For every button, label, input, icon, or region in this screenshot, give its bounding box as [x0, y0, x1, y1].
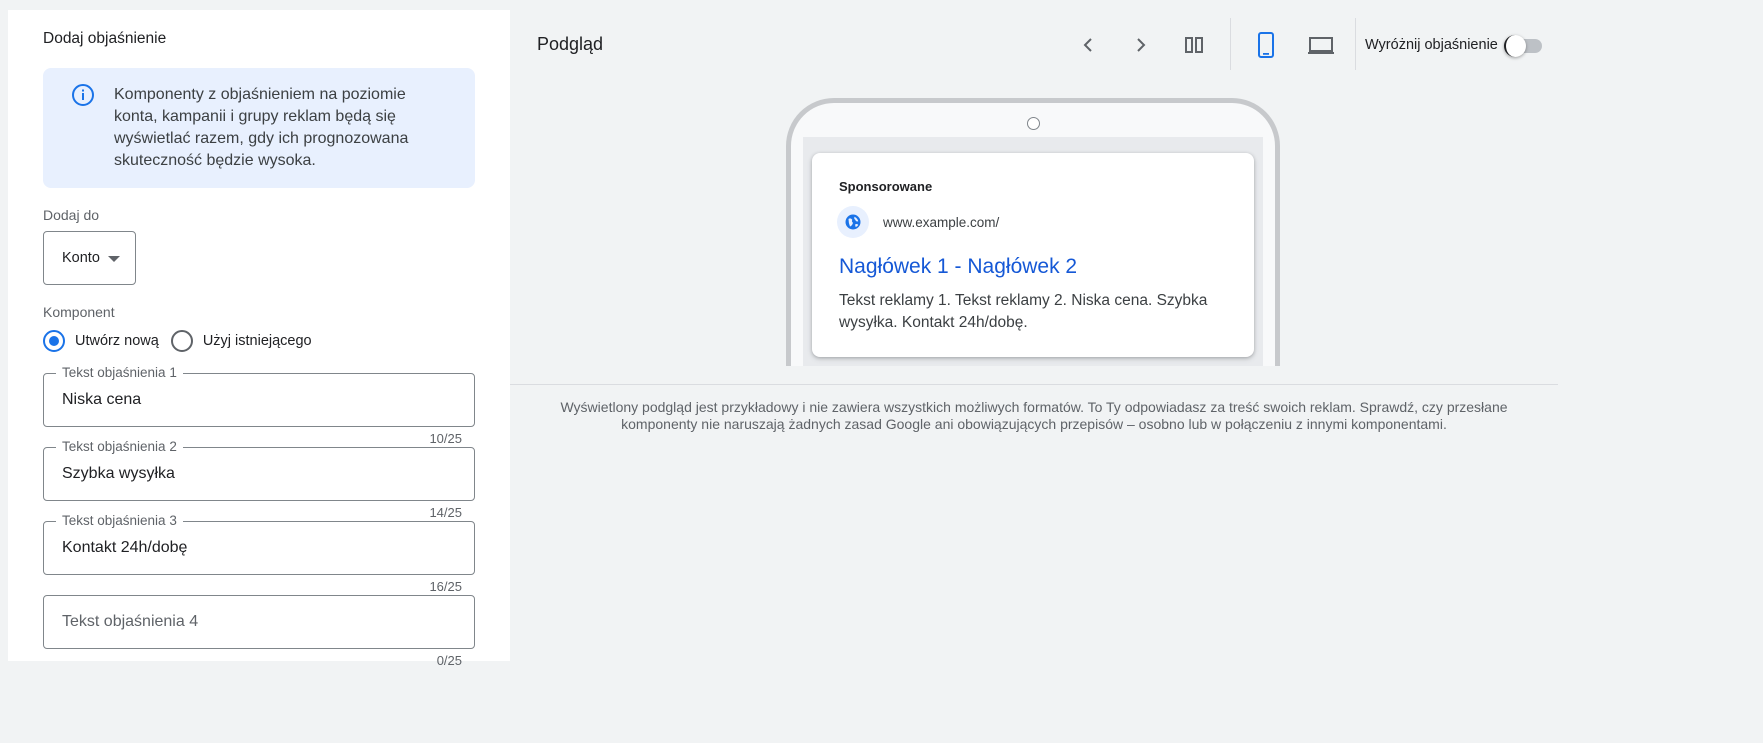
radio-create-new[interactable]: Utwórz nową: [43, 330, 159, 352]
add-callout-panel: Dodaj objaśnienie Komponenty z objaśnien…: [8, 10, 510, 668]
char-counter-3: 16/25: [429, 579, 462, 594]
radio-use-existing-label: Użyj istniejącego: [202, 333, 312, 349]
dropdown-arrow-icon: [108, 256, 120, 262]
radio-create-new-label: Utwórz nową: [75, 333, 159, 349]
component-radio-group: Utwórz nową Użyj istniejącego: [43, 329, 312, 353]
preview-divider: [510, 384, 1558, 385]
highlight-callout-toggle[interactable]: [1504, 35, 1544, 57]
callout-text-field-2-label: Tekst objaśnienia 2: [56, 439, 183, 455]
desktop-preview-button[interactable]: [1304, 30, 1338, 60]
info-text: Komponenty z objaśnieniem na poziomie ko…: [114, 86, 409, 169]
callout-text-field-2[interactable]: Tekst objaśnienia 2 Szybka wysyłka: [43, 439, 475, 501]
sponsored-label: Sponsorowane: [839, 179, 933, 194]
mobile-preview-button[interactable]: [1251, 30, 1281, 60]
char-counter-1: 10/25: [429, 431, 462, 446]
callout-text-field-1-value[interactable]: Niska cena: [62, 391, 141, 409]
callout-text-field-3[interactable]: Tekst objaśnienia 3 Kontakt 24h/dobę: [43, 513, 475, 575]
callout-text-field-1[interactable]: Tekst objaśnienia 1 Niska cena: [43, 365, 475, 427]
component-label: Komponent: [43, 304, 115, 320]
radio-use-existing[interactable]: Użyj istniejącego: [170, 330, 312, 352]
callout-text-field-3-value[interactable]: Kontakt 24h/dobę: [62, 539, 187, 557]
highlight-callout-label: Wyróżnij objaśnienie: [1365, 37, 1498, 53]
phone-camera-icon: [1027, 117, 1040, 130]
radio-use-existing-circle[interactable]: [170, 330, 193, 352]
ad-description: Tekst reklamy 1. Tekst reklamy 2. Niska …: [839, 292, 1208, 331]
phone-preview: Sponsorowane www.example.com/ Nagłówek 1…: [786, 98, 1282, 366]
chevron-left-icon: [1083, 38, 1092, 52]
toggle-knob[interactable]: [1504, 35, 1526, 57]
preview-disclaimer: Wyświetlony podgląd jest przykładowy i n…: [560, 399, 1508, 432]
callout-text-field-4-placeholder[interactable]: Tekst objaśnienia 4: [62, 613, 198, 631]
panel-title: Dodaj objaśnienie: [43, 30, 167, 47]
toolbar-divider: [1355, 18, 1356, 70]
next-button[interactable]: [1126, 30, 1156, 60]
ad-preview-card: Sponsorowane www.example.com/ Nagłówek 1…: [812, 153, 1254, 357]
chevron-right-icon: [1137, 38, 1146, 52]
previous-button[interactable]: [1073, 30, 1103, 60]
callout-text-field-4[interactable]: Tekst objaśnienia 4: [43, 595, 475, 649]
radio-create-new-circle[interactable]: [43, 330, 65, 352]
info-banner: Komponenty z objaśnieniem na poziomie ko…: [43, 68, 475, 188]
mobile-icon: [1258, 32, 1274, 58]
split-view-button[interactable]: [1179, 30, 1209, 60]
preview-title: Podgląd: [537, 34, 604, 54]
add-to-label: Dodaj do: [43, 207, 100, 223]
toolbar-divider: [1230, 18, 1231, 70]
callout-text-field-3-label: Tekst objaśnienia 3: [56, 513, 183, 529]
char-counter-4: 0/25: [436, 653, 462, 668]
ad-headline[interactable]: Nagłówek 1 - Nagłówek 2: [839, 255, 1077, 279]
preview-panel: Podgląd Wyróżnij objaśnienie Sponsorowan…: [510, 10, 1558, 661]
info-icon: [72, 84, 94, 106]
globe-icon: [837, 206, 869, 238]
add-to-dropdown[interactable]: Konto: [43, 231, 136, 285]
ad-display-url: www.example.com/: [883, 215, 1000, 230]
callout-text-field-1-label: Tekst objaśnienia 1: [56, 365, 183, 381]
split-view-icon: [1185, 37, 1203, 53]
callout-text-field-2-value[interactable]: Szybka wysyłka: [62, 465, 175, 483]
char-counter-2: 14/25: [429, 505, 462, 520]
desktop-icon: [1308, 37, 1334, 54]
add-to-value: Konto: [62, 250, 100, 266]
